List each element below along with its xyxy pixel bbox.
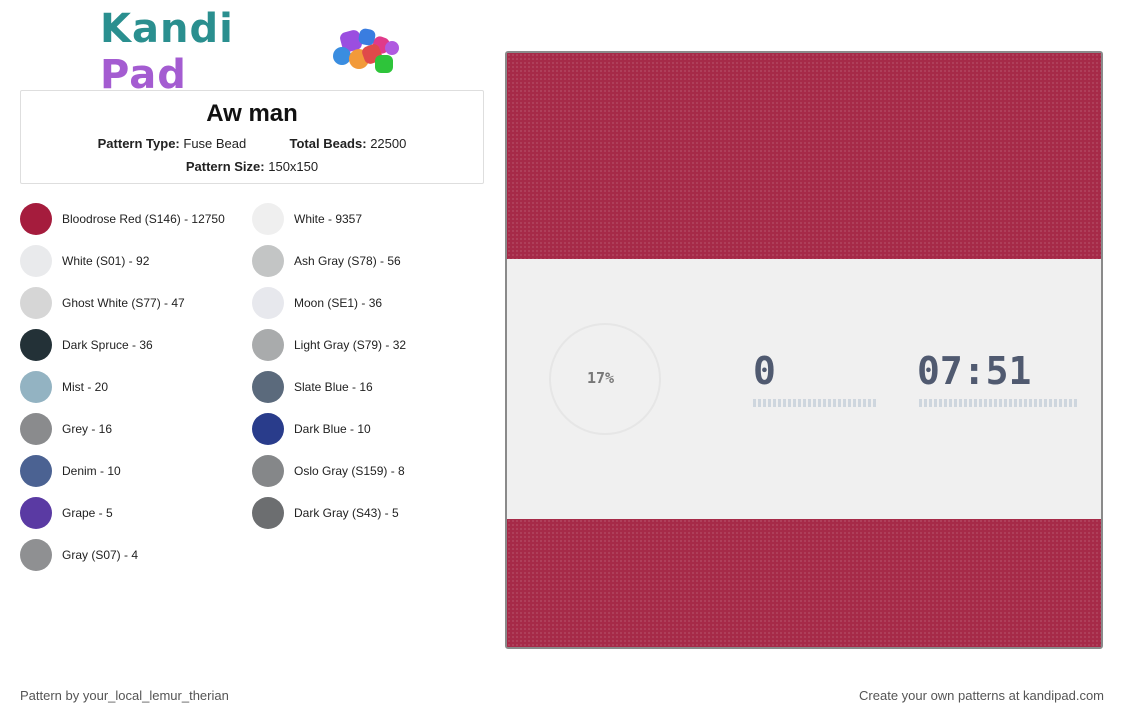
palette-item: White (S01) - 92 xyxy=(20,244,149,278)
pattern-title: Aw man xyxy=(206,100,298,127)
color-swatch xyxy=(20,203,52,235)
palette-item: Denim - 10 xyxy=(20,454,121,488)
color-swatch xyxy=(20,287,52,319)
color-swatch xyxy=(20,245,52,277)
palette-item: Oslo Gray (S159) - 8 xyxy=(252,454,405,488)
palette-item-label: Ash Gray (S78) - 56 xyxy=(294,254,401,268)
color-swatch xyxy=(20,497,52,529)
palette-item: Slate Blue - 16 xyxy=(252,370,373,404)
palette-item-label: Ghost White (S77) - 47 xyxy=(62,296,185,310)
palette-item: Dark Blue - 10 xyxy=(252,412,371,446)
pattern-band-top xyxy=(507,53,1101,259)
counter-caption xyxy=(753,399,877,407)
counter-value: 0 xyxy=(753,349,776,393)
pattern-size-label: Pattern Size: xyxy=(185,159,265,174)
total-beads-label: Total Beads: xyxy=(289,136,367,151)
pattern-size-value: 150x150 xyxy=(268,159,319,174)
pattern-band-middle: 17% 0 07:51 xyxy=(507,259,1101,519)
pattern-band-bottom xyxy=(507,519,1101,647)
palette-item: Gray (S07) - 4 xyxy=(20,538,138,572)
pattern-author[interactable]: Pattern by your_local_lemur_therian xyxy=(20,688,229,703)
palette-item-label: Light Gray (S79) - 32 xyxy=(294,338,407,352)
palette-item: Mist - 20 xyxy=(20,370,108,404)
color-swatch xyxy=(20,413,52,445)
palette-item-label: Dark Spruce - 36 xyxy=(62,338,153,352)
total-beads-value: 22500 xyxy=(370,136,407,151)
palette-item-label: Gray (S07) - 4 xyxy=(62,548,139,562)
pattern-type-value: Fuse Bead xyxy=(183,136,247,151)
palette-item: Light Gray (S79) - 32 xyxy=(252,328,406,362)
palette-item-label: White (S01) - 92 xyxy=(62,254,150,268)
palette-item-label: Dark Blue - 10 xyxy=(294,422,371,436)
palette-item: Moon (SE1) - 36 xyxy=(252,286,382,320)
pattern-size-row: Pattern Size: 150x150 xyxy=(21,159,483,174)
pattern-meta-row: Pattern Type: Fuse Bead Total Beads: 225… xyxy=(21,136,483,151)
palette-item-label: White - 9357 xyxy=(294,212,363,226)
color-swatch xyxy=(252,203,284,235)
color-swatch xyxy=(252,371,284,403)
color-swatch xyxy=(252,287,284,319)
color-swatch xyxy=(20,371,52,403)
color-swatch xyxy=(252,497,284,529)
palette-item-label: Slate Blue - 16 xyxy=(294,380,373,394)
color-swatch xyxy=(252,245,284,277)
palette-item: Grape - 5 xyxy=(20,496,113,530)
palette-item-label: Oslo Gray (S159) - 8 xyxy=(294,464,405,478)
palette-item-label: Moon (SE1) - 36 xyxy=(294,296,383,310)
palette-item: Dark Spruce - 36 xyxy=(20,328,153,362)
palette-item: White - 9357 xyxy=(252,202,362,236)
palette-item: Ash Gray (S78) - 56 xyxy=(252,244,401,278)
bead-pattern-preview[interactable]: 17% 0 07:51 xyxy=(505,51,1103,649)
palette-item: Bloodrose Red (S146) - 12750 xyxy=(20,202,225,236)
timer-caption xyxy=(919,399,1077,407)
palette-item-label: Grey - 16 xyxy=(62,422,113,436)
logo-beads-icon xyxy=(333,27,410,77)
progress-percent: 17% xyxy=(587,369,615,387)
palette-item-label: Mist - 20 xyxy=(62,380,109,394)
logo-text: Kandi Pad xyxy=(100,6,325,98)
palette-item-label: Grape - 5 xyxy=(62,506,113,520)
color-swatch xyxy=(20,329,52,361)
color-swatch xyxy=(252,455,284,487)
palette-item-label: Bloodrose Red (S146) - 12750 xyxy=(62,212,225,226)
palette-item-label: Dark Gray (S43) - 5 xyxy=(294,506,399,520)
palette-item: Grey - 16 xyxy=(20,412,112,446)
palette-item: Dark Gray (S43) - 5 xyxy=(252,496,399,530)
palette-item: Ghost White (S77) - 47 xyxy=(20,286,185,320)
kandipad-logo[interactable]: Kandi Pad xyxy=(100,6,410,98)
color-swatch xyxy=(252,329,284,361)
palette-item-label: Denim - 10 xyxy=(62,464,121,478)
pattern-type-label: Pattern Type: xyxy=(97,136,180,151)
timer-value: 07:51 xyxy=(917,349,1032,393)
color-swatch xyxy=(20,455,52,487)
logo-part-kandi: Kandi xyxy=(100,6,234,52)
pattern-info-card: Aw man Pattern Type: Fuse Bead Total Bea… xyxy=(20,90,484,184)
color-swatch xyxy=(20,539,52,571)
create-patterns-link[interactable]: Create your own patterns at kandipad.com xyxy=(859,688,1104,703)
color-swatch xyxy=(252,413,284,445)
